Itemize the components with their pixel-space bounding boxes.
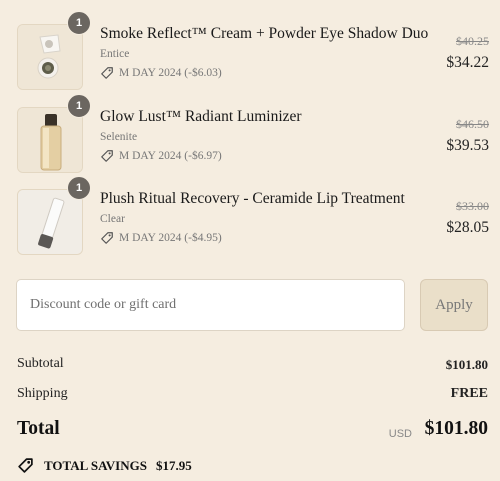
savings-value: $17.95 [155,457,192,473]
product-variant: Entice [100,48,130,60]
product-variant: Selenite [100,131,138,143]
original-price: $33.00 [456,199,489,213]
product-name: Smoke Reflect™ Cream + Powder Eye Shadow… [100,25,429,42]
original-price: $40.25 [456,34,489,48]
total-value: $101.80 [424,418,488,439]
shipping-label: Shipping [17,386,68,401]
original-price: $46.50 [456,117,489,131]
tag-icon [101,150,113,162]
apply-button[interactable]: Apply [420,279,488,331]
discount-text: M DAY 2024 (-$4.95) [119,232,222,244]
subtotal-label: Subtotal [17,356,64,371]
shipping-value: FREE [450,386,488,401]
discount-code-input[interactable] [16,279,405,331]
quantity-badge: 1 [67,94,91,118]
price: $28.05 [446,219,489,236]
discount-line: M DAY 2024 (-$4.95) [100,231,222,245]
price: $39.53 [446,137,489,154]
quantity-badge: 1 [67,11,91,35]
tag-icon [101,232,113,244]
tag-icon [101,67,113,79]
lip-treatment-tube-image [18,190,82,254]
luminizer-bottle-image [18,108,82,172]
line-item: 1 Glow Lust™ Radiant Luminizer Selenite … [0,94,500,173]
line-item: 1 Smoke Reflect™ Cream + Powder Eye Shad… [0,11,500,90]
product-name: Plush Ritual Recovery - Ceramide Lip Tre… [100,190,405,207]
discount-text: M DAY 2024 (-$6.97) [119,150,222,162]
product-variant: Clear [100,213,125,225]
product-name: Glow Lust™ Radiant Luminizer [100,108,302,125]
price: $34.22 [446,54,489,71]
subtotal-value: $101.80 [445,357,488,372]
eyeshadow-duo-image [18,25,82,89]
total-label: Total [17,418,60,439]
discount-text: M DAY 2024 (-$6.03) [119,67,222,79]
discount-line: M DAY 2024 (-$6.03) [100,66,222,80]
savings-tag-icon [18,458,33,473]
total-savings: TOTAL SAVINGS $17.95 [17,457,192,474]
savings-label: TOTAL SAVINGS [44,457,147,473]
currency-code: USD [388,428,412,440]
discount-line: M DAY 2024 (-$6.97) [100,149,222,163]
line-item: 1 Plush Ritual Recovery - Ceramide Lip T… [0,176,500,255]
quantity-badge: 1 [67,176,91,200]
